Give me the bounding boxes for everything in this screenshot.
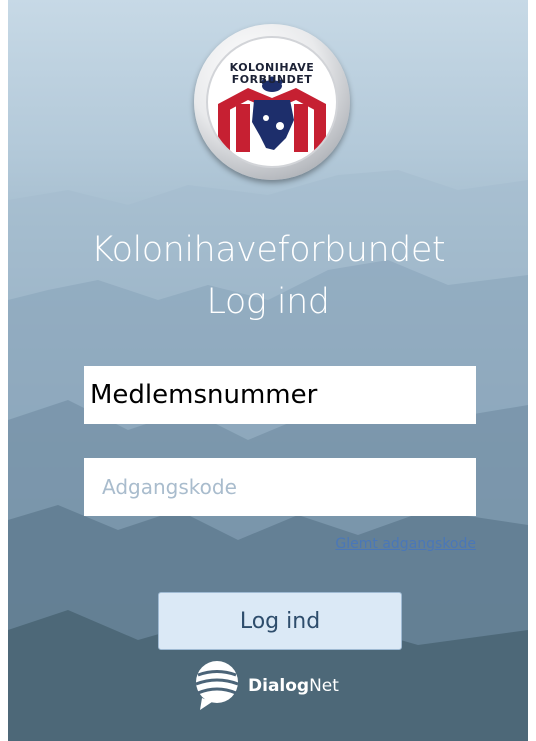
login-screen: KOLONIHAVE FORBUNDET Kolonihaveforbundet… — [8, 0, 528, 741]
kolonihaveforbundet-logo: KOLONIHAVE FORBUNDET — [194, 24, 350, 180]
password-input[interactable] — [84, 458, 476, 516]
brand-light-text: Net — [309, 676, 339, 696]
login-button[interactable]: Log ind — [158, 592, 402, 650]
forgot-password-link[interactable]: Glemt adgangskode — [335, 536, 476, 552]
logo-badge: KOLONIHAVE FORBUNDET — [206, 36, 338, 168]
logo-line-2: FORBUNDET — [231, 73, 313, 86]
dialognet-logo-icon — [195, 661, 239, 710]
crest-icon — [218, 76, 326, 152]
username-input[interactable] — [84, 366, 476, 424]
logo-text: KOLONIHAVE FORBUNDET — [208, 62, 336, 86]
dialognet-brand: DialogNet — [194, 660, 339, 712]
login-heading: Log ind — [206, 282, 330, 322]
dialognet-wordmark: DialogNet — [248, 676, 339, 696]
brand-bold-text: Dialog — [248, 676, 310, 696]
page-title: Kolonihaveforbundet Log ind — [8, 224, 528, 328]
password-field[interactable] — [84, 458, 476, 516]
username-field[interactable] — [84, 366, 476, 424]
org-name: Kolonihaveforbundet — [90, 230, 446, 270]
